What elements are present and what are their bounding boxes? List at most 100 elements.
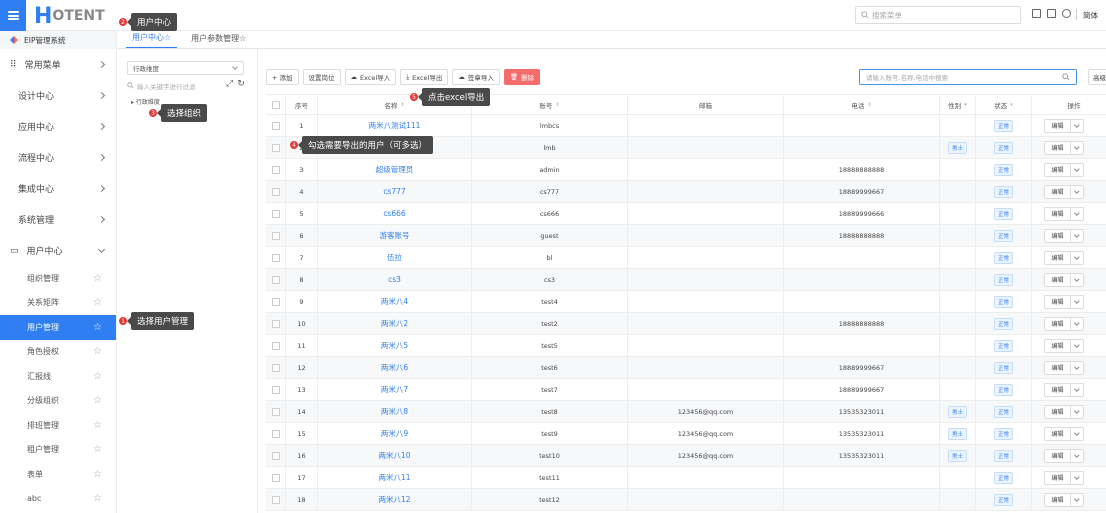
- sort-icon[interactable]: ⇕: [400, 102, 404, 108]
- edit-button[interactable]: 编辑: [1045, 339, 1071, 352]
- delete-button[interactable]: 🗑 删除: [503, 69, 541, 85]
- table-row[interactable]: 6 游客账号 guest 18888888888 正常 编辑: [266, 225, 1106, 247]
- chevron-down-icon[interactable]: [1071, 208, 1083, 220]
- header-phone[interactable]: 电话 ⇕: [784, 95, 940, 114]
- table-search-input[interactable]: 请输入账号,名称,电话中搜索: [859, 69, 1077, 85]
- row-checkbox[interactable]: [271, 341, 280, 350]
- row-checkbox[interactable]: [271, 165, 280, 174]
- edit-button[interactable]: 编辑: [1045, 229, 1071, 242]
- chevron-down-icon[interactable]: [1071, 164, 1083, 176]
- edit-button[interactable]: 编辑: [1045, 427, 1071, 440]
- chevron-down-icon[interactable]: [1071, 318, 1083, 330]
- user-name-link[interactable]: 两米八7: [381, 384, 408, 395]
- row-checkbox[interactable]: [271, 143, 280, 152]
- sidebar-subitem[interactable]: 汇报线 ☆: [0, 364, 116, 389]
- row-checkbox[interactable]: [271, 209, 280, 218]
- chevron-down-icon[interactable]: [1071, 340, 1083, 352]
- edit-button[interactable]: 编辑: [1045, 493, 1071, 506]
- chevron-down-icon[interactable]: [1071, 120, 1083, 132]
- edit-button[interactable]: 编辑: [1045, 317, 1071, 330]
- table-row[interactable]: 5 cs666 cs666 18889999666 正常 编辑: [266, 203, 1106, 225]
- star-icon[interactable]: ☆: [93, 395, 102, 406]
- star-icon[interactable]: ☆: [93, 493, 102, 504]
- row-checkbox[interactable]: [271, 231, 280, 240]
- sidebar-subitem[interactable]: 租户管理 ☆: [0, 438, 116, 463]
- user-name-link[interactable]: 两米八12: [378, 494, 410, 505]
- system-title[interactable]: EIP管理系统: [0, 31, 116, 49]
- sidebar-subitem[interactable]: 关系矩阵 ☆: [0, 291, 116, 316]
- edit-split-button[interactable]: 编辑: [1044, 492, 1084, 507]
- table-row[interactable]: 12 两米八6 test6 18889999667 正常 编辑: [266, 357, 1106, 379]
- star-icon[interactable]: ☆: [93, 469, 102, 480]
- edit-button[interactable]: 编辑: [1045, 163, 1071, 176]
- header-account[interactable]: 账号 ⇕: [472, 95, 628, 114]
- user-name-link[interactable]: cs3: [388, 275, 401, 284]
- tree-filter-input[interactable]: 输入关键字进行过滤: [127, 79, 217, 92]
- select-all-checkbox[interactable]: [271, 100, 280, 109]
- edit-split-button[interactable]: 编辑: [1044, 162, 1084, 177]
- table-row[interactable]: 11 两米八5 test5 正常 编辑: [266, 335, 1106, 357]
- user-name-link[interactable]: 两米八6: [381, 362, 408, 373]
- chevron-down-icon[interactable]: [1071, 494, 1083, 506]
- edit-button[interactable]: 编辑: [1045, 405, 1071, 418]
- star-icon[interactable]: ☆: [93, 297, 102, 308]
- star-icon[interactable]: ☆: [93, 322, 102, 333]
- menu-user-center[interactable]: ▭ 用户中心: [0, 235, 116, 266]
- row-checkbox[interactable]: [271, 363, 280, 372]
- chevron-down-icon[interactable]: [1071, 230, 1083, 242]
- edit-button[interactable]: 编辑: [1045, 273, 1071, 286]
- edit-button[interactable]: 编辑: [1045, 207, 1071, 220]
- monitor-icon[interactable]: [1032, 9, 1041, 18]
- edit-split-button[interactable]: 编辑: [1044, 448, 1084, 463]
- edit-split-button[interactable]: 编辑: [1044, 228, 1084, 243]
- header-status[interactable]: 状态 ▾: [976, 95, 1032, 114]
- edit-button[interactable]: 编辑: [1045, 471, 1071, 484]
- user-name-link[interactable]: cs777: [383, 187, 405, 196]
- table-row[interactable]: 17 两米八11 test11 正常 编辑: [266, 467, 1106, 489]
- table-row[interactable]: 3 超级管理员 admin 18888888888 正常 编辑: [266, 159, 1106, 181]
- sort-icon[interactable]: ⇕: [555, 102, 559, 108]
- refresh-icon[interactable]: [1062, 9, 1071, 18]
- chevron-down-icon[interactable]: [1071, 362, 1083, 374]
- search-icon[interactable]: [1062, 73, 1070, 81]
- row-checkbox[interactable]: [271, 473, 280, 482]
- user-name-link[interactable]: 两米八测试111: [369, 120, 421, 131]
- sidebar-subitem[interactable]: 排班管理 ☆: [0, 413, 116, 438]
- row-checkbox[interactable]: [271, 495, 280, 504]
- user-name-link[interactable]: 两米八8: [381, 406, 408, 417]
- edit-split-button[interactable]: 编辑: [1044, 360, 1084, 375]
- menu-system-management[interactable]: 系统管理: [0, 204, 116, 235]
- chevron-down-icon[interactable]: [1071, 186, 1083, 198]
- row-checkbox[interactable]: [271, 429, 280, 438]
- table-row[interactable]: 7 伍拉 bl 正常 编辑: [266, 247, 1106, 269]
- edit-button[interactable]: 编辑: [1045, 185, 1071, 198]
- row-checkbox[interactable]: [271, 253, 280, 262]
- edit-split-button[interactable]: 编辑: [1044, 316, 1084, 331]
- edit-split-button[interactable]: 编辑: [1044, 382, 1084, 397]
- star-icon[interactable]: ☆: [93, 420, 102, 431]
- table-row[interactable]: 9 两米八4 test4 正常 编辑: [266, 291, 1106, 313]
- table-row[interactable]: 18 两米八12 test12 正常 编辑: [266, 489, 1106, 511]
- filter-icon[interactable]: ▾: [1010, 102, 1013, 108]
- sidebar-subitem[interactable]: 分级组织 ☆: [0, 389, 116, 414]
- edit-split-button[interactable]: 编辑: [1044, 250, 1084, 265]
- fullscreen-icon[interactable]: [1047, 9, 1056, 18]
- menu-design-center[interactable]: 设计中心: [0, 80, 116, 111]
- expand-icon[interactable]: ⤢: [226, 79, 233, 89]
- edit-split-button[interactable]: 编辑: [1044, 426, 1084, 441]
- edit-split-button[interactable]: 编辑: [1044, 140, 1084, 155]
- edit-split-button[interactable]: 编辑: [1044, 184, 1084, 199]
- star-icon[interactable]: ☆: [93, 444, 102, 455]
- table-row[interactable]: 10 两米八2 test2 18888888888 正常 编辑: [266, 313, 1106, 335]
- dimension-select[interactable]: 行政维度: [127, 61, 244, 75]
- edit-button[interactable]: 编辑: [1045, 119, 1071, 132]
- user-name-link[interactable]: cs666: [383, 209, 405, 218]
- user-name-link[interactable]: 两米八11: [378, 472, 410, 483]
- advanced-search-button[interactable]: 高级: [1088, 69, 1106, 85]
- excel-export-button[interactable]: ⤓ Excel导出: [400, 69, 449, 85]
- edit-split-button[interactable]: 编辑: [1044, 118, 1084, 133]
- table-row[interactable]: 15 两米八9 test9 123456@qq.com 13535323011 男士 正常 编…: [266, 423, 1106, 445]
- edit-split-button[interactable]: 编辑: [1044, 470, 1084, 485]
- menu-integration-center[interactable]: 集成中心: [0, 173, 116, 204]
- user-name-link[interactable]: 两米八2: [381, 318, 408, 329]
